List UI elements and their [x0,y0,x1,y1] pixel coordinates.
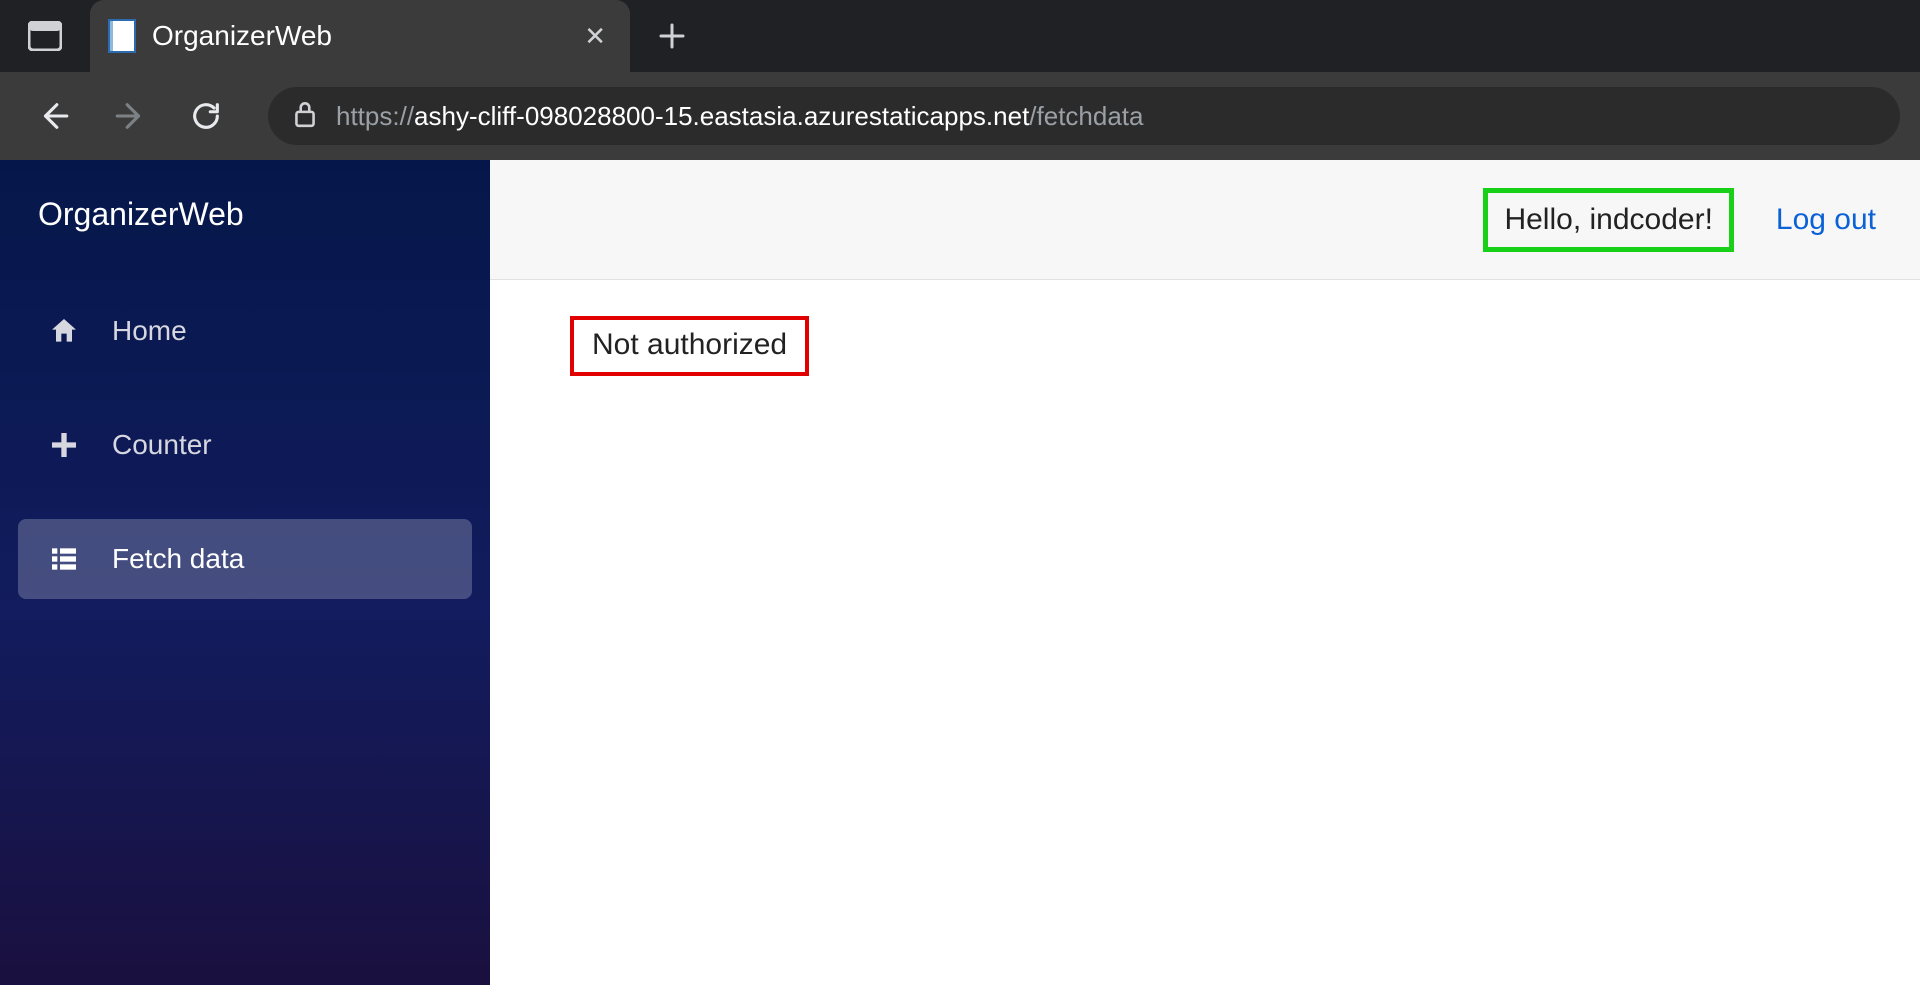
sidebar-item-home[interactable]: Home [18,291,472,371]
refresh-button[interactable] [172,88,240,144]
list-icon [46,541,82,577]
address-bar[interactable]: https://ashy-cliff-098028800-15.eastasia… [268,87,1900,145]
not-authorized-message: Not authorized [570,316,809,376]
plus-icon [46,427,82,463]
tab-strip: OrganizerWeb ✕ [0,0,1920,72]
favicon-icon [108,19,136,53]
home-icon [46,313,82,349]
browser-toolbar: https://ashy-cliff-098028800-15.eastasia… [0,72,1920,160]
url-host: ashy-cliff-098028800-15.eastasia.azurest… [414,101,1029,131]
sidebar-item-label: Fetch data [112,543,244,575]
main: Hello, indcoder! Log out Not authorized [490,160,1920,985]
tab-title: OrganizerWeb [152,20,568,52]
sidebar-item-label: Counter [112,429,212,461]
sidebar-item-counter[interactable]: Counter [18,405,472,485]
sidebar-nav: Home Counter Fetch data [0,273,490,599]
browser-tab-active[interactable]: OrganizerWeb ✕ [90,0,630,72]
browser-chrome: OrganizerWeb ✕ https://ashy-cliff-098028… [0,0,1920,160]
forward-button[interactable] [96,88,164,144]
lock-icon [292,99,318,134]
close-icon[interactable]: ✕ [584,21,606,52]
back-button[interactable] [20,88,88,144]
app-brand: OrganizerWeb [0,160,490,273]
new-tab-button[interactable] [644,8,700,64]
sidebar-item-fetch-data[interactable]: Fetch data [18,519,472,599]
page: OrganizerWeb Home Counter Fetch data [0,160,1920,985]
content-area: Not authorized [490,280,1920,412]
url-path: /fetchdata [1029,101,1143,131]
sidebar: OrganizerWeb Home Counter Fetch data [0,160,490,985]
user-greeting: Hello, indcoder! [1483,188,1733,252]
url-text: https://ashy-cliff-098028800-15.eastasia… [336,101,1144,132]
url-scheme: https:// [336,101,414,131]
logout-link[interactable]: Log out [1776,203,1876,237]
topbar: Hello, indcoder! Log out [490,160,1920,280]
sidebar-item-label: Home [112,315,187,347]
tab-overview-icon[interactable] [0,21,90,51]
